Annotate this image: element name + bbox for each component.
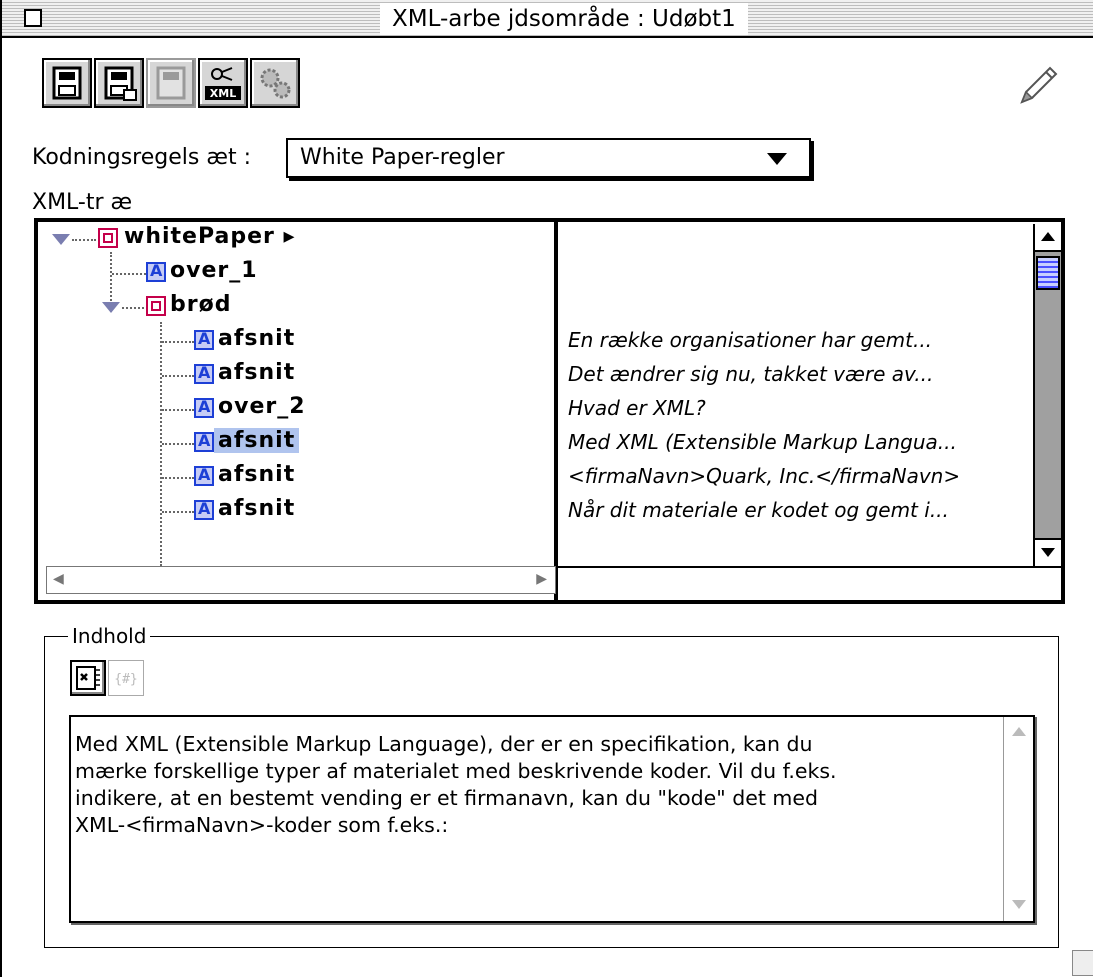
xml-workspace-window: XML-arbe jdsområde : Udøbt1 XML Kodnings… xyxy=(0,0,1093,977)
tree-node-afsnit[interactable]: afsnit xyxy=(38,494,538,528)
scroll-up-arrow-icon[interactable] xyxy=(1035,224,1061,252)
revert-button[interactable] xyxy=(146,58,196,108)
content-text: Med XML (Extensible Markup Language), de… xyxy=(75,732,837,837)
disclosure-open-icon xyxy=(52,234,70,245)
tree-node-over-2[interactable]: over_2 xyxy=(38,392,538,426)
disclosure-open-icon xyxy=(102,302,120,313)
save-button[interactable] xyxy=(42,58,92,108)
rule-set-label: Kodningsregels æt : xyxy=(32,145,251,170)
content-preview-line: Hvad er XML? xyxy=(568,396,706,420)
edit-pencil-button[interactable] xyxy=(1012,62,1062,112)
content-group-label: Indhold xyxy=(68,624,151,648)
dropdown-arrow-icon xyxy=(767,153,787,165)
svg-text:{#}: {#} xyxy=(114,672,137,687)
content-scrollbar[interactable] xyxy=(1003,717,1033,921)
tree-node-afsnit[interactable]: afsnit xyxy=(38,460,538,494)
title-bar[interactable]: XML-arbe jdsområde : Udøbt1 xyxy=(2,0,1093,38)
save-as-button[interactable] xyxy=(94,58,144,108)
content-preview-line: <firmaNavn>Quark, Inc.</firmaNavn> xyxy=(568,464,961,488)
text-element-icon xyxy=(194,363,214,384)
tree-vertical-scrollbar[interactable] xyxy=(1033,224,1061,566)
resize-grow-box[interactable] xyxy=(1072,950,1093,976)
gears-button[interactable] xyxy=(250,58,300,108)
variable-braces-icon: {#} xyxy=(114,672,137,687)
insert-content-button[interactable] xyxy=(70,660,106,696)
xml-tree-label: XML-tr æ xyxy=(32,190,133,215)
content-preview-line: Det ændrer sig nu, takket være av... xyxy=(568,362,934,386)
xml-tree-pane[interactable]: whitePaper ▸ over_1 brød afsnit xyxy=(38,222,556,566)
tree-node-afsnit[interactable]: afsnit xyxy=(38,358,538,392)
xml-tree-panel: whitePaper ▸ over_1 brød afsnit xyxy=(34,218,1065,604)
xml-validate-button[interactable]: XML xyxy=(198,58,248,108)
window-title: XML-arbe jdsområde : Udøbt1 xyxy=(380,3,748,35)
save-as-icon xyxy=(104,66,137,101)
content-preview-line: En række organisationer har gemt... xyxy=(568,328,933,352)
divider xyxy=(558,566,1061,568)
text-element-icon xyxy=(194,465,214,486)
text-element-icon xyxy=(194,397,214,418)
xml-validate-icon: XML xyxy=(205,67,241,100)
rule-set-dropdown[interactable]: White Paper-regler xyxy=(286,138,811,178)
rule-set-value: White Paper-regler xyxy=(300,145,505,170)
text-element-icon xyxy=(146,261,166,282)
scroll-down-arrow-icon[interactable] xyxy=(1012,900,1026,909)
tree-node-afsnit[interactable]: afsnit xyxy=(38,324,538,358)
tree-node-brod[interactable]: brød xyxy=(38,290,538,324)
text-element-icon xyxy=(194,499,214,520)
text-element-icon xyxy=(194,329,214,350)
pencil-icon xyxy=(1020,66,1058,104)
content-preview-line: Når dit materiale er kodet og gemt i... xyxy=(568,498,949,522)
insert-variable-button[interactable]: {#} xyxy=(108,660,144,696)
scroll-thumb[interactable] xyxy=(1036,256,1060,290)
revert-icon xyxy=(156,66,186,100)
content-preview-pane[interactable]: En række organisationer har gemt... Det … xyxy=(558,222,1031,566)
tree-node-afsnit-selected[interactable]: afsnit xyxy=(38,426,538,460)
save-icon xyxy=(52,66,82,100)
content-textarea[interactable]: Med XML (Extensible Markup Language), de… xyxy=(69,715,1035,923)
svg-text:XML: XML xyxy=(210,87,236,100)
tree-node-over-1[interactable]: over_1 xyxy=(38,256,538,290)
gears-icon xyxy=(260,68,291,99)
scroll-up-arrow-icon[interactable] xyxy=(1012,727,1026,736)
text-element-icon xyxy=(194,431,214,452)
element-icon xyxy=(146,296,166,316)
close-box[interactable] xyxy=(24,9,42,27)
scroll-right-arrow-icon[interactable]: ▶ xyxy=(536,571,547,587)
insert-content-icon xyxy=(76,666,100,690)
content-preview-line: Med XML (Extensible Markup Langua... xyxy=(568,430,957,454)
scroll-down-arrow-icon[interactable] xyxy=(1035,538,1061,566)
tree-node-whitepaper[interactable]: whitePaper ▸ xyxy=(38,222,538,256)
tree-horizontal-scrollbar[interactable]: ◀ ▶ xyxy=(46,566,556,594)
element-icon xyxy=(98,228,118,248)
scroll-left-arrow-icon[interactable]: ◀ xyxy=(53,571,64,587)
